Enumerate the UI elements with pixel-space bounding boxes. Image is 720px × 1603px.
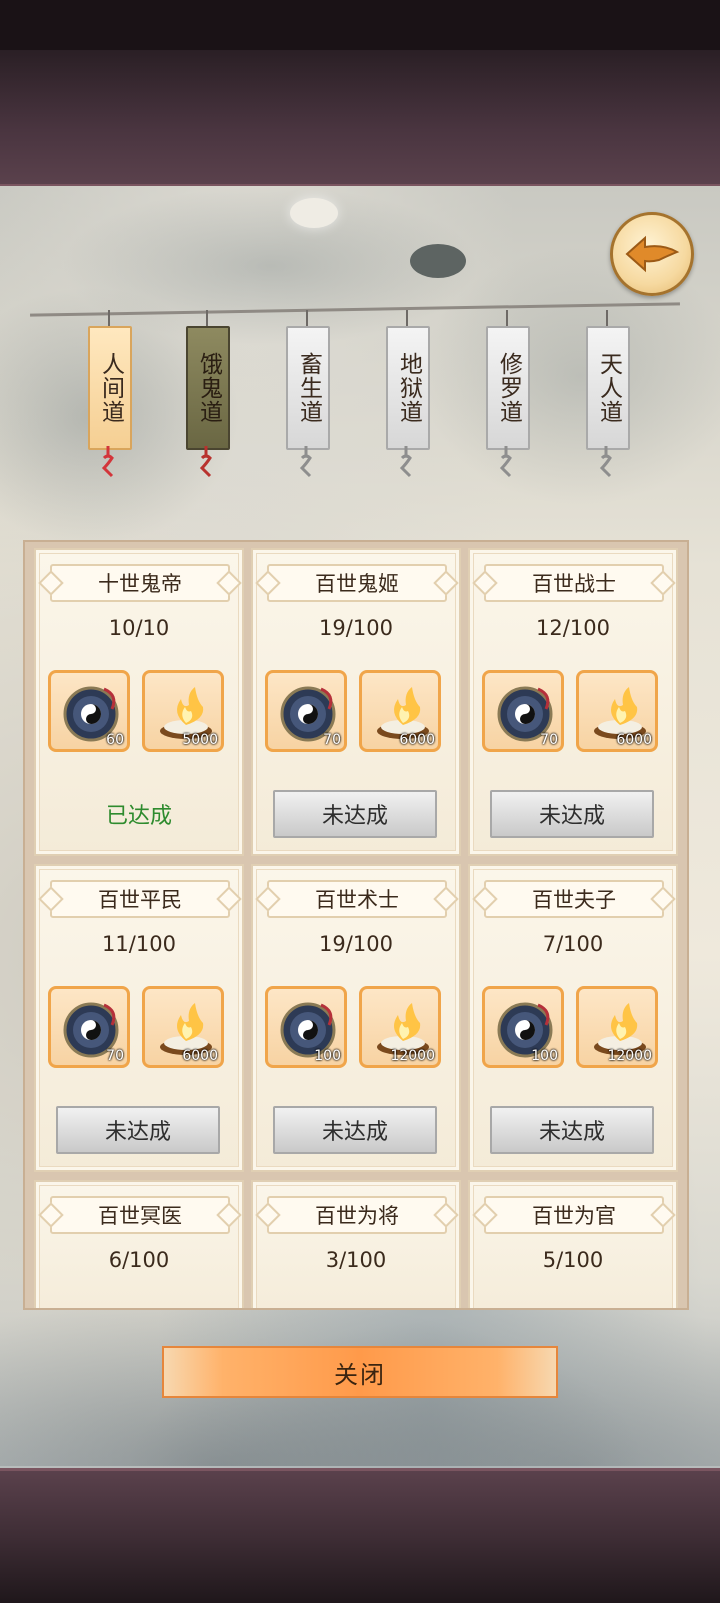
achievement-title: 百世冥医: [50, 1196, 230, 1234]
achievement-title: 百世战士: [484, 564, 664, 602]
reward-item[interactable]: 60: [48, 670, 130, 752]
reward-quantity: 60: [106, 732, 124, 748]
achievement-card: 十世鬼帝 10/10 60 5000 已达成: [34, 548, 244, 856]
reward-item[interactable]: 6000: [576, 670, 658, 752]
back-button[interactable]: [610, 212, 694, 296]
reward-quantity: 70: [540, 732, 558, 748]
reward-item[interactable]: 70: [48, 986, 130, 1068]
reward-item[interactable]: 100: [482, 986, 564, 1068]
achievement-title: 百世平民: [50, 880, 230, 918]
achievement-card: 百世鬼姬 19/100 70 6000 未达成: [251, 548, 461, 856]
reward-quantity: 6000: [399, 732, 435, 748]
achievement-card: 百世术士 19/100 100 12000 未达成: [251, 864, 461, 1172]
achievement-status: 已达成: [105, 804, 172, 829]
achievement-status-button[interactable]: 未达成: [273, 1106, 437, 1154]
achievement-card: 百世为将 3/100: [251, 1180, 461, 1308]
reward-quantity: 6000: [182, 1048, 218, 1064]
tab-renjian[interactable]: 人间道: [88, 326, 132, 450]
reward-item[interactable]: 100: [265, 986, 347, 1068]
achievement-title: 十世鬼帝: [50, 564, 230, 602]
achievement-card: 百世平民 11/100 70 6000 未达成: [34, 864, 244, 1172]
achievement-progress: 12/100: [536, 616, 610, 640]
reward-quantity: 5000: [182, 732, 218, 748]
tassel-icon: [101, 446, 114, 478]
achievement-status-button[interactable]: 未达成: [273, 790, 437, 838]
tassel-icon: [199, 446, 212, 478]
bottom-frame: [0, 1468, 720, 1603]
reward-quantity: 70: [323, 732, 341, 748]
tab-xiuluo[interactable]: 修罗道: [486, 326, 530, 450]
achievement-status-button[interactable]: 未达成: [490, 1106, 654, 1154]
achievement-progress: 6/100: [108, 1248, 170, 1272]
achievement-title: 百世术士: [267, 880, 447, 918]
achievement-card: 百世冥医 6/100: [34, 1180, 244, 1308]
close-button[interactable]: 关闭: [162, 1346, 558, 1398]
top-frame: [0, 50, 720, 187]
achievement-title: 百世鬼姬: [267, 564, 447, 602]
achievement-card: 百世为官 5/100: [468, 1180, 678, 1308]
back-arrow-icon: [625, 235, 680, 273]
achievement-status-button[interactable]: 未达成: [56, 1106, 220, 1154]
reward-item[interactable]: 70: [482, 670, 564, 752]
tassel-icon: [399, 446, 412, 478]
achievement-progress: 19/100: [319, 932, 393, 956]
reward-item[interactable]: 70: [265, 670, 347, 752]
achievement-status-button[interactable]: 未达成: [490, 790, 654, 838]
tab-egui[interactable]: 饿鬼道: [186, 326, 230, 450]
yin-yang-light-dot: [290, 198, 338, 228]
tab-diyu[interactable]: 地狱道: [386, 326, 430, 450]
achievement-progress: 3/100: [325, 1248, 387, 1272]
achievement-grid[interactable]: 十世鬼帝 10/10 60 5000 已达成 百世鬼姬 19/100 70 60…: [23, 540, 689, 1310]
reward-quantity: 70: [106, 1048, 124, 1064]
yin-yang-dark-dot: [410, 244, 466, 278]
achievement-title: 百世为将: [267, 1196, 447, 1234]
achievement-progress: 5/100: [542, 1248, 604, 1272]
reward-quantity: 6000: [616, 732, 652, 748]
reward-quantity: 100: [531, 1048, 558, 1064]
achievement-card: 百世夫子 7/100 100 12000 未达成: [468, 864, 678, 1172]
reward-quantity: 12000: [390, 1048, 435, 1064]
reward-item[interactable]: 12000: [359, 986, 441, 1068]
reward-item[interactable]: 5000: [142, 670, 224, 752]
tassel-icon: [599, 446, 612, 478]
achievement-progress: 11/100: [102, 932, 176, 956]
tassel-icon: [499, 446, 512, 478]
achievement-title: 百世为官: [484, 1196, 664, 1234]
achievement-progress: 10/10: [108, 616, 170, 640]
reward-item[interactable]: 6000: [142, 986, 224, 1068]
tab-tianren[interactable]: 天人道: [586, 326, 630, 450]
reward-quantity: 12000: [607, 1048, 652, 1064]
achievement-progress: 19/100: [319, 616, 393, 640]
achievement-card: 百世战士 12/100 70 6000 未达成: [468, 548, 678, 856]
reward-item[interactable]: 6000: [359, 670, 441, 752]
reward-item[interactable]: 12000: [576, 986, 658, 1068]
achievement-progress: 7/100: [542, 932, 604, 956]
reward-quantity: 100: [314, 1048, 341, 1064]
tassel-icon: [299, 446, 312, 478]
achievement-title: 百世夫子: [484, 880, 664, 918]
tab-chusheng[interactable]: 畜生道: [286, 326, 330, 450]
